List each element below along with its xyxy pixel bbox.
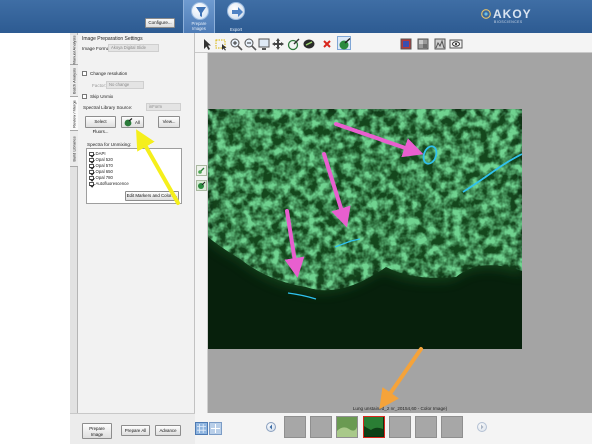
thumbnail[interactable] — [441, 416, 463, 438]
edit-markers-button[interactable]: Edit Markers and Colors... — [125, 191, 179, 201]
settings-panel: Image Preparation Settings Image Format:… — [78, 33, 195, 444]
check-icon — [89, 157, 94, 163]
thumbnail[interactable] — [389, 416, 411, 438]
arrow-right-icon — [227, 2, 245, 20]
tab-review-merge[interactable]: Review / Merge — [70, 97, 78, 131]
check-icon — [89, 151, 94, 157]
check-icon — [89, 169, 94, 175]
chevron-left-icon — [269, 424, 272, 430]
logo-mark-icon — [481, 9, 491, 19]
fit-screen-icon[interactable] — [256, 36, 270, 50]
tab-export[interactable]: Export — [219, 0, 253, 33]
configure-button[interactable]: Configure... — [145, 18, 175, 28]
funnel-icon — [191, 2, 209, 20]
single-view-icon[interactable] — [195, 422, 208, 435]
region-select-icon[interactable] — [213, 36, 227, 51]
image-viewer[interactable]: Lung unstained_2 nr_20154,60 - Color Ima… — [208, 53, 592, 413]
zoom-out-icon[interactable] — [242, 36, 257, 51]
next-image-button[interactable] — [477, 422, 487, 432]
delete-icon[interactable] — [319, 36, 333, 50]
previous-image-button[interactable] — [266, 422, 276, 432]
tab-prepare-images[interactable]: Prepare Images — [183, 0, 215, 33]
skip-unmix-label: Skip Unmix — [90, 94, 114, 99]
eyedropper-add-icon[interactable] — [286, 36, 300, 51]
tab-batch-analysis[interactable]: Batch Analysis — [70, 65, 78, 97]
grayscale-icon[interactable] — [415, 36, 429, 50]
advance-button[interactable]: Advance — [155, 425, 181, 436]
spectra-item-autofluorescence[interactable]: Autofluorescence — [89, 181, 129, 187]
check-icon — [89, 181, 94, 187]
prepare-image-button[interactable]: Prepare Image — [82, 423, 112, 439]
chevron-right-icon — [481, 424, 484, 430]
pan-icon[interactable] — [270, 36, 284, 50]
thumbnail-selected[interactable] — [363, 416, 385, 438]
check-icon — [89, 163, 94, 169]
tab-manual-analysis[interactable]: Manual Analysis — [70, 35, 78, 65]
eyedropper-remove-icon[interactable] — [301, 36, 315, 50]
thumbnail[interactable] — [284, 416, 306, 438]
all-label: All — [135, 120, 140, 125]
spectral-source-field[interactable]: inForm — [146, 103, 181, 111]
image-caption: Lung unstained_2 nr_20154,60 - Color Ima… — [352, 406, 448, 411]
spectra-pick-icon[interactable] — [337, 36, 351, 50]
top-banner: Configure... Prepare Images Export AKOY … — [0, 0, 592, 33]
skip-unmix-checkbox[interactable] — [82, 94, 87, 99]
akoya-logo: AKOY BIOSCIENCES — [478, 6, 592, 28]
thumbnail[interactable] — [310, 416, 332, 438]
settings-title: Image Preparation Settings — [82, 36, 143, 42]
viewer-side-column — [195, 53, 208, 413]
spectral-source-label: Spectral Library Source: — [83, 105, 133, 110]
change-resolution-label: Change resolution — [90, 71, 128, 76]
fluorescence-micrograph[interactable] — [208, 109, 522, 349]
select-fluors-button[interactable]: Select Fluors... — [85, 116, 116, 134]
thumbnail[interactable] — [415, 416, 437, 438]
factor-field[interactable]: No change — [106, 81, 144, 89]
zoom-in-icon[interactable] — [228, 36, 243, 51]
vertical-tab-strip: Manual Analysis Batch Analysis Review / … — [70, 33, 78, 444]
thumbnail-strip — [195, 413, 592, 444]
thumbnail[interactable] — [336, 416, 358, 438]
grid-view-icon[interactable] — [209, 422, 222, 435]
change-resolution-checkbox[interactable] — [82, 71, 87, 76]
image-toolbar — [195, 33, 592, 53]
logo-word: AKOY — [493, 7, 532, 21]
tab-export-label: Export — [229, 26, 243, 32]
histogram-icon[interactable] — [432, 36, 446, 50]
spectra-pick-icon — [124, 118, 133, 127]
tab-prepare-label-2: Images — [192, 26, 206, 31]
image-format-field[interactable]: Akoya Digital Slide — [108, 44, 159, 52]
spectra-for-unmixing-label: Spectra for Unmixing: — [87, 142, 132, 147]
color-composite-icon[interactable] — [398, 36, 412, 50]
pointer-icon[interactable] — [199, 36, 213, 50]
check-icon — [89, 175, 94, 181]
layer-toggle-icon[interactable] — [196, 165, 207, 176]
logo-subtitle: BIOSCIENCES — [494, 20, 523, 24]
factor-label: Factor: — [92, 83, 107, 88]
eye-view-icon[interactable] — [448, 36, 463, 50]
prepare-all-button[interactable]: Prepare All — [121, 425, 150, 436]
tab-build-libraries[interactable]: Build Libraries — [70, 131, 78, 167]
all-button[interactable]: All — [121, 116, 144, 128]
spectra-layer-icon[interactable] — [196, 180, 207, 191]
view-button[interactable]: View... — [158, 116, 180, 128]
